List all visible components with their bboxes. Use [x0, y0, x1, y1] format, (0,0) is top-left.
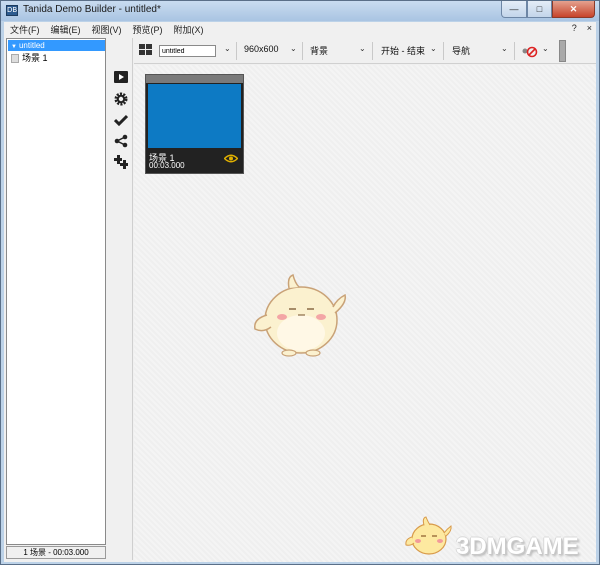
toolbar-divider [236, 42, 237, 60]
help-button[interactable]: ? [572, 23, 577, 33]
window-controls: — □ ✕ [501, 1, 595, 18]
background-label[interactable]: 背景 [310, 44, 328, 57]
chevron-down-icon[interactable]: ⌄ [542, 44, 549, 53]
chevron-down-icon[interactable]: ⌄ [501, 44, 508, 53]
app-icon: DB [6, 5, 18, 16]
scene-tree-panel: ▼ untitled 场景 1 [6, 38, 106, 545]
app-window: DB Tanida Demo Builder - untitled* — □ ✕… [0, 0, 600, 565]
tree-item-label: 场景 1 [22, 53, 48, 63]
client-area: ▼ untitled 场景 1 1 场景 - 00:03.000 untitle… [4, 37, 596, 562]
play-icon[interactable] [114, 70, 128, 84]
top-toolbar: ⌄ 960x600 ⌄ 背景 ⌄ 开始 - 结束 ⌄ 导航 ⌄ ⌄ [134, 38, 596, 64]
audio-disabled-icon[interactable] [522, 45, 538, 60]
watermark-text: 3DMGAME [456, 533, 579, 560]
project-name-input[interactable] [159, 45, 216, 57]
maximize-button[interactable]: □ [527, 1, 552, 18]
tree-root-label: untitled [18, 41, 45, 50]
menu-view[interactable]: 视图(V) [86, 23, 127, 36]
toolbar-divider [514, 42, 515, 60]
menu-bar: 文件(F) 编辑(E) 视图(V) 预览(P) 附加(X) ? × [4, 22, 596, 37]
watermark-mascot [404, 515, 454, 559]
expand-caret-icon[interactable]: ▼ [11, 44, 17, 50]
toolbar-divider [302, 42, 303, 60]
mascot-illustration [249, 265, 354, 365]
menu-preview[interactable]: 预览(P) [127, 23, 168, 36]
scene-icon [11, 53, 19, 63]
toolbar-divider [443, 42, 444, 60]
start-end-label[interactable]: 开始 - 结束 [381, 44, 425, 57]
share-icon[interactable] [114, 134, 128, 148]
window-title: Tanida Demo Builder - untitled* [23, 4, 161, 15]
vertical-toolbar [109, 38, 133, 560]
tree-root-item[interactable]: ▼ untitled [8, 40, 105, 51]
menu-edit[interactable]: 编辑(E) [45, 23, 86, 36]
navigation-label[interactable]: 导航 [452, 44, 470, 57]
checkmark-icon[interactable] [114, 113, 128, 127]
chevron-down-icon[interactable]: ⌄ [290, 44, 297, 53]
menu-file[interactable]: 文件(F) [4, 23, 45, 36]
close-button[interactable]: ✕ [552, 1, 595, 18]
resolution-label[interactable]: 960x600 [244, 44, 279, 54]
scene-duration: 00:03.000 [149, 161, 185, 170]
status-bar: 1 场景 - 00:03.000 [6, 546, 106, 559]
close-document-button[interactable]: × [587, 23, 592, 33]
scene-card[interactable]: 场景 1 00:03.000 [145, 74, 244, 174]
menu-extras[interactable]: 附加(X) [168, 23, 209, 36]
add-scene-icon[interactable] [114, 155, 128, 169]
toolbar-scroll-handle[interactable] [559, 40, 566, 62]
minimize-button[interactable]: — [501, 1, 527, 18]
chevron-down-icon[interactable]: ⌄ [430, 44, 437, 53]
tree-item-scene-1[interactable]: 场景 1 [11, 52, 48, 64]
eye-icon[interactable] [223, 154, 239, 163]
layout-grid-icon[interactable] [139, 44, 152, 56]
title-bar: DB Tanida Demo Builder - untitled* — □ ✕ [1, 1, 599, 21]
scene-canvas[interactable]: 场景 1 00:03.000 [134, 65, 596, 562]
toolbar-divider [372, 42, 373, 60]
gear-icon[interactable] [114, 92, 128, 106]
chevron-down-icon[interactable]: ⌄ [224, 44, 231, 53]
scene-card-header [146, 75, 243, 83]
chevron-down-icon[interactable]: ⌄ [359, 44, 366, 53]
scene-thumbnail[interactable] [148, 84, 241, 148]
